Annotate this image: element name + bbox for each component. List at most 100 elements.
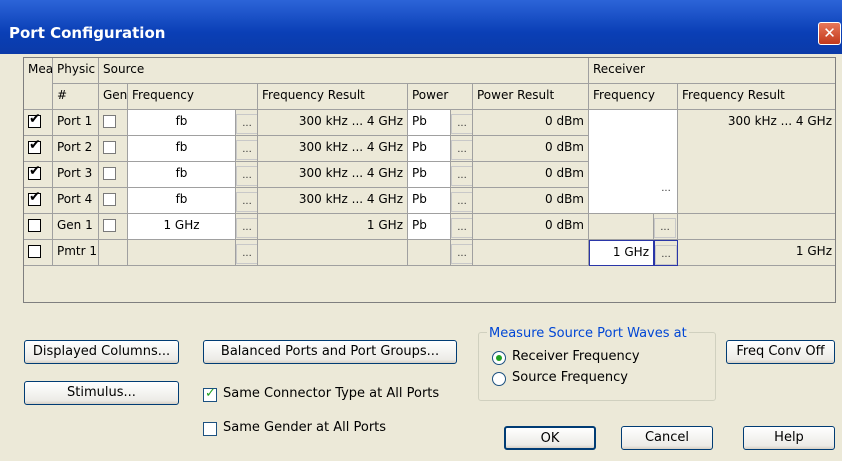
frequency-result: 300 kHz ... 4 GHz (258, 162, 408, 188)
gen-checkbox[interactable] (103, 115, 116, 128)
source-frequency-field[interactable]: fb (128, 188, 236, 214)
stimulus-button[interactable]: Stimulus... (24, 381, 179, 405)
power-field[interactable]: Pb (408, 162, 451, 188)
displayed-columns-button[interactable]: Displayed Columns... (24, 340, 179, 364)
source-frequency-field[interactable]: fb (128, 136, 236, 162)
receiver-result-empty (678, 214, 835, 240)
receiver-frequency-field-selected[interactable]: 1 GHz (589, 240, 654, 266)
power-result: 0 dBm (473, 162, 589, 188)
port-name: Port 2 (53, 136, 99, 162)
power-dots-cell: ... (451, 240, 473, 266)
power-dots-cell: ... (451, 162, 473, 188)
power-result-empty (473, 240, 589, 266)
gen-checkbox[interactable] (103, 219, 116, 232)
power-browse-button[interactable]: ... (451, 244, 472, 264)
check-icon: ✓ (205, 386, 216, 401)
meas-cell[interactable]: ✔ (24, 136, 53, 162)
power-field-empty (408, 240, 451, 266)
receiver-frequency-result: 300 kHz ... 4 GHz (678, 110, 835, 214)
frequency-dots-cell: ... (236, 188, 258, 214)
frequency-result: 300 kHz ... 4 GHz (258, 136, 408, 162)
port-name: Pmtr 1 (53, 240, 99, 266)
gen-cell[interactable] (99, 136, 128, 162)
power-browse-button[interactable]: ... (451, 114, 472, 134)
dialog-body: MeasPhysicSourceReceiver#GenFrequencyFre… (0, 54, 842, 461)
frequency-browse-button[interactable]: ... (236, 244, 257, 264)
frequency-dots-cell: ... (236, 136, 258, 162)
receiver-frequency-label: Receiver Frequency (512, 349, 640, 364)
gen-cell[interactable] (99, 110, 128, 136)
meas-checkbox[interactable]: ✔ (28, 189, 41, 206)
source-frequency-field[interactable]: fb (128, 110, 236, 136)
meas-checkbox[interactable] (28, 245, 41, 258)
close-button[interactable]: ✕ (818, 22, 841, 45)
check-icon: ✔ (29, 163, 41, 179)
check-icon: ✔ (29, 189, 41, 205)
receiver-dots-cell: ... (654, 240, 678, 266)
port-name: Port 1 (53, 110, 99, 136)
cancel-button[interactable]: Cancel (621, 426, 713, 450)
source-frequency-radio[interactable] (492, 372, 506, 386)
port-configuration-dialog: Port Configuration ✕ MeasPhysicSourceRec… (0, 0, 842, 461)
frequency-dots-cell: ... (236, 110, 258, 136)
measure-source-group-title: Measure Source Port Waves at (487, 326, 689, 341)
power-result-header: Power Result (473, 84, 589, 110)
power-field[interactable]: Pb (408, 110, 451, 136)
balanced-ports-button[interactable]: Balanced Ports and Port Groups... (203, 340, 457, 364)
same-connector-checkbox[interactable]: ✓ (203, 386, 217, 402)
power-field[interactable]: Pb (408, 136, 451, 162)
gen-checkbox[interactable] (103, 167, 116, 180)
power-browse-button[interactable]: ... (451, 166, 472, 186)
meas-cell[interactable]: ✔ (24, 162, 53, 188)
same-gender-checkbox[interactable] (203, 422, 217, 436)
receiver-frequency-browse-button[interactable]: ... (654, 218, 676, 238)
ok-button[interactable]: OK (504, 426, 596, 450)
power-result: 0 dBm (473, 214, 589, 240)
frequency-dots-cell: ... (236, 240, 258, 266)
source-group-header: Source (99, 58, 589, 84)
meas-cell[interactable] (24, 214, 53, 240)
gen-cell[interactable] (99, 162, 128, 188)
meas-checkbox[interactable] (28, 219, 41, 232)
freq-conv-off-button[interactable]: Freq Conv Off (726, 340, 835, 364)
port-table: MeasPhysicSourceReceiver#GenFrequencyFre… (23, 57, 836, 303)
meas-cell[interactable]: ✔ (24, 188, 53, 214)
frequency-result: 300 kHz ... 4 GHz (258, 188, 408, 214)
meas-checkbox[interactable]: ✔ (28, 138, 41, 154)
power-browse-button[interactable]: ... (451, 192, 472, 212)
power-dots-cell: ... (451, 136, 473, 162)
frequency-browse-button[interactable]: ... (236, 192, 257, 212)
gen-cell[interactable] (99, 188, 128, 214)
power-field[interactable]: Pb (408, 188, 451, 214)
meas-checkbox[interactable]: ✔ (28, 112, 41, 128)
receiver-frequency-browse-button[interactable]: ... (655, 245, 677, 265)
power-browse-button[interactable]: ... (451, 140, 472, 160)
port-name: Port 3 (53, 162, 99, 188)
source-frequency-field[interactable]: 1 GHz (128, 214, 236, 240)
receiver-frequency-browse-button[interactable]: ... (655, 180, 677, 200)
port-name: Port 4 (53, 188, 99, 214)
gen-checkbox[interactable] (103, 193, 116, 206)
frequency-browse-button[interactable]: ... (236, 140, 257, 160)
power-browse-button[interactable]: ... (451, 218, 472, 238)
power-dots-cell: ... (451, 110, 473, 136)
power-field[interactable]: Pb (408, 214, 451, 240)
meas-checkbox[interactable]: ✔ (28, 163, 41, 180)
gen-header: Gen (99, 84, 128, 110)
receiver-frequency-result-header: Frequency Result (678, 84, 835, 110)
receiver-frequency-header: Frequency (589, 84, 678, 110)
power-result: 0 dBm (473, 188, 589, 214)
frequency-browse-button[interactable]: ... (236, 166, 257, 186)
gen-cell[interactable] (99, 214, 128, 240)
meas-cell[interactable] (24, 240, 53, 266)
help-button[interactable]: Help (743, 426, 835, 450)
receiver-frequency-radio[interactable] (492, 351, 506, 365)
frequency-result-empty (258, 240, 408, 266)
source-frequency-field[interactable]: fb (128, 162, 236, 188)
meas-cell[interactable]: ✔ (24, 110, 53, 136)
frequency-browse-button[interactable]: ... (236, 218, 257, 238)
source-frequency-label: Source Frequency (512, 370, 628, 385)
frequency-browse-button[interactable]: ... (236, 114, 257, 134)
title-bar: Port Configuration ✕ (0, 0, 842, 54)
gen-checkbox[interactable] (103, 141, 116, 154)
